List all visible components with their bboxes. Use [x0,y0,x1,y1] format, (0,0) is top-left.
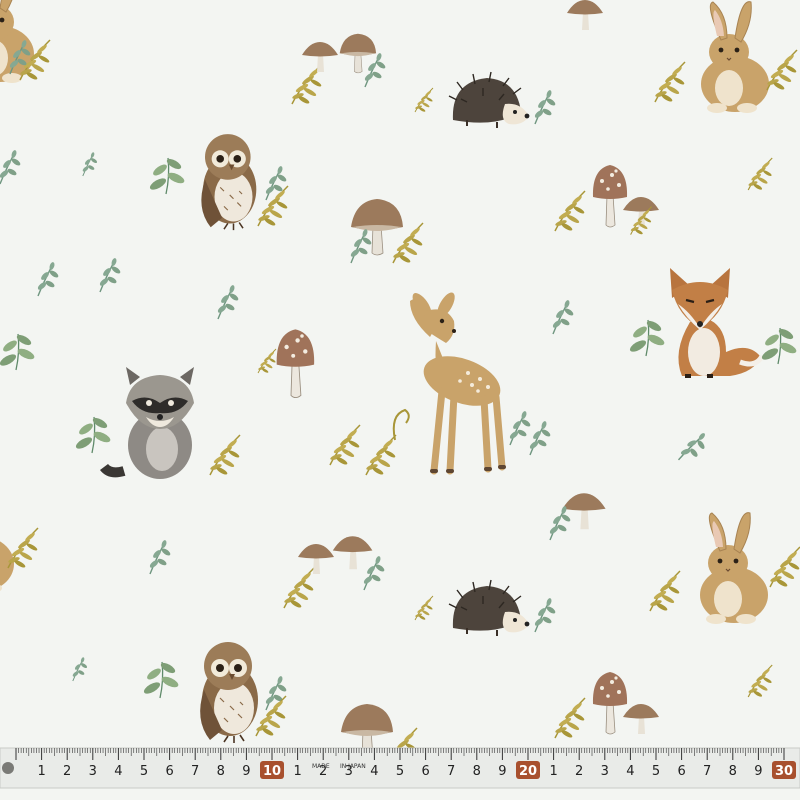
ruler-number: 8 [217,764,225,779]
ruler-number: 3 [89,764,97,779]
rabbit-motif [648,495,800,625]
mushroom-motif [345,195,440,270]
measuring-tape: 1 2 3 4 5 6 7 8 9 10 1 2 3 4 5 6 7 8 9 20 1 2 3 4 5 6 7 8 9 30 MADE I… [0,747,800,789]
ruler-number: 3 [601,764,609,779]
ruler-number: 4 [114,764,122,779]
leaf-sprig-motif [70,656,100,690]
ruler-number: 4 [626,764,634,779]
ruler-imprint-japan: IN JAPAN [340,763,366,770]
ruler-number: 10 [263,764,281,779]
tape-hook-icon [2,762,14,774]
ruler-number: 7 [703,764,711,779]
ruler-number: 1 [549,764,557,779]
leaf-sprig-motif [745,664,785,705]
leaf-sprig-motif [210,283,250,325]
leaf-sprig-motif [0,148,30,190]
ruler-number: 6 [677,764,685,779]
ruler-number: 2 [575,764,583,779]
ruler-number: 1 [293,764,301,779]
ruler-number: 9 [754,764,762,779]
mushroom-pair-motif [280,512,390,612]
ruler-number: 6 [165,764,173,779]
leaf-sprig-motif [672,426,722,472]
leaf-sprig-motif [80,151,110,185]
ruler-number: 9 [498,764,506,779]
ruler-number: 5 [396,764,404,779]
raccoon-motif [73,365,248,495]
ruler-number: 2 [63,764,71,779]
leaf-sprig-motif [545,298,585,342]
owl-motif [147,118,298,238]
spotted-mushroom-motif [553,652,675,752]
leaf-cluster-motif [0,320,40,380]
leaf-sprig-motif [35,256,128,302]
ruler-number: 30 [775,764,793,779]
fox-motif [627,262,800,392]
hedgehog-motif [414,70,585,145]
hedgehog-motif [414,578,585,653]
spotted-mushroom-motif [553,145,675,245]
ruler-number: 20 [519,764,537,779]
deer-motif [328,285,560,485]
mushroom-motif [257,325,333,400]
ruler-number: 7 [447,764,455,779]
leaf-sprig-motif [745,157,785,198]
mushroom-pair-motif [290,12,400,107]
leaf-sprig-motif [0,38,40,78]
ruler-number: 8 [729,764,737,779]
ruler-number: 6 [421,764,429,779]
ruler-imprint-made: MADE [312,763,330,770]
ruler-number: 5 [652,764,660,779]
leaf-sprig-motif [140,538,180,582]
ruler-number: 1 [37,764,45,779]
ruler-number: 4 [370,764,378,779]
ruler-number: 7 [191,764,199,779]
rabbit-motif [653,0,800,114]
mushroom-motif [547,486,618,546]
ruler-number: 8 [473,764,481,779]
ruler-number: 5 [140,764,148,779]
rabbit-motif [0,480,60,594]
fabric-swatch: 1 2 3 4 5 6 7 8 9 10 1 2 3 4 5 6 7 8 9 20 1 2 3 4 5 6 7 8 9 30 MADE I… [0,0,800,800]
mushroom-motif [545,0,625,40]
owl-motif [138,622,298,747]
ruler-number: 9 [242,764,250,779]
